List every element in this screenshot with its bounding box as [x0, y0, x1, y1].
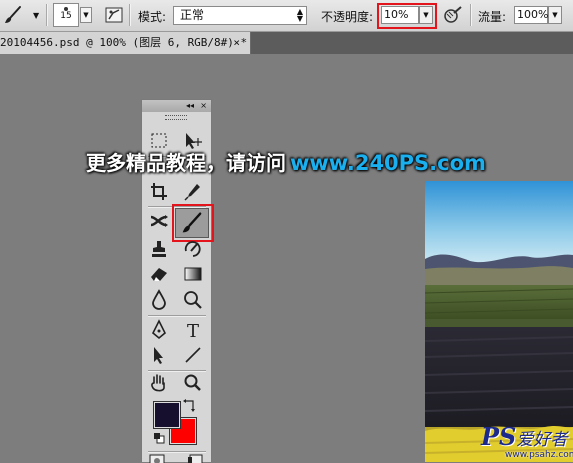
watermark-text: 更多精品教程，请访问 — [86, 151, 286, 175]
tools-panel-header[interactable]: ◂◂ × — [142, 100, 211, 112]
divider — [46, 4, 48, 26]
options-bar: ▼ 15 ▼ 模式: 正常 ▲ ▼ 不透明度: 10% ▼ 流量: 100% ▼ — [0, 0, 573, 32]
brush-size-value: 15 — [60, 11, 72, 21]
history-brush-tool-icon[interactable] — [180, 237, 206, 261]
collapse-panel-icon[interactable]: ◂◂ — [186, 100, 194, 112]
eyedropper-tool-icon[interactable] — [180, 180, 206, 204]
close-panel-icon[interactable]: × — [200, 100, 207, 112]
blend-mode-select[interactable]: 正常 ▲ ▼ — [173, 6, 307, 25]
zoom-tool-icon[interactable] — [180, 371, 206, 395]
line-tool-icon[interactable] — [180, 343, 206, 367]
canvas-image[interactable] — [425, 181, 573, 462]
blend-mode-value: 正常 — [180, 8, 205, 22]
site-logo: PS爱好者 www.psahz.com — [481, 422, 573, 460]
watermark-banner: 更多精品教程，请访问 www.240PS.com — [86, 147, 486, 176]
document-tab-bar: 20104456.psd @ 100% (图层 6, RGB/8#) * × — [0, 32, 573, 54]
gradient-tool-icon[interactable] — [180, 262, 206, 286]
hand-tool-icon[interactable] — [146, 371, 172, 395]
mode-label: 模式: — [138, 10, 167, 24]
tool-preset-arrow-icon[interactable]: ▼ — [33, 12, 41, 20]
blur-tool-icon[interactable] — [146, 288, 172, 312]
divider — [148, 451, 206, 453]
type-tool-icon[interactable]: T — [180, 318, 206, 342]
brush-tool-icon[interactable] — [2, 5, 24, 25]
crop-tool-icon[interactable] — [146, 180, 172, 204]
watermark-url: www.240PS.com — [290, 151, 486, 175]
default-colors-icon[interactable] — [153, 432, 165, 444]
dodge-tool-icon[interactable] — [180, 288, 206, 312]
healing-brush-tool-icon[interactable] — [146, 209, 172, 233]
logo-site: www.psahz.com — [505, 450, 573, 460]
pen-tool-icon[interactable] — [146, 318, 172, 342]
eraser-tool-icon[interactable] — [146, 262, 172, 286]
clone-stamp-tool-icon[interactable] — [146, 237, 172, 261]
brush-preset-arrow-icon[interactable]: ▼ — [80, 7, 92, 23]
flow-label: 流量: — [478, 10, 507, 24]
divider — [129, 4, 131, 26]
flow-slider-arrow-icon[interactable]: ▼ — [548, 6, 562, 24]
path-selection-tool-icon[interactable] — [146, 343, 172, 367]
opacity-highlight-box — [377, 3, 437, 29]
brush-preset-picker[interactable]: 15 — [53, 3, 79, 27]
divider — [148, 315, 206, 317]
document-tab-title: 20104456.psd @ 100% (图层 6, RGB/8#) * — [0, 36, 248, 49]
divider — [470, 4, 472, 26]
document-tab[interactable]: 20104456.psd @ 100% (图层 6, RGB/8#) * × — [0, 32, 251, 54]
foreground-color-swatch[interactable] — [153, 401, 181, 429]
swap-colors-icon[interactable] — [182, 398, 196, 412]
airbrush-pressure-icon[interactable] — [442, 5, 464, 25]
flow-input[interactable]: 100% — [514, 6, 548, 24]
logo-ps: PS — [481, 422, 517, 451]
panel-grip-icon[interactable] — [165, 115, 187, 120]
logo-cn: 爱好者 — [516, 430, 568, 450]
svg-text:T: T — [187, 321, 199, 342]
select-updown-icon: ▲ ▼ — [296, 7, 303, 23]
close-tab-icon[interactable]: × — [233, 32, 240, 53]
opacity-label: 不透明度: — [321, 10, 374, 24]
brush-panel-toggle-icon[interactable] — [103, 5, 125, 25]
